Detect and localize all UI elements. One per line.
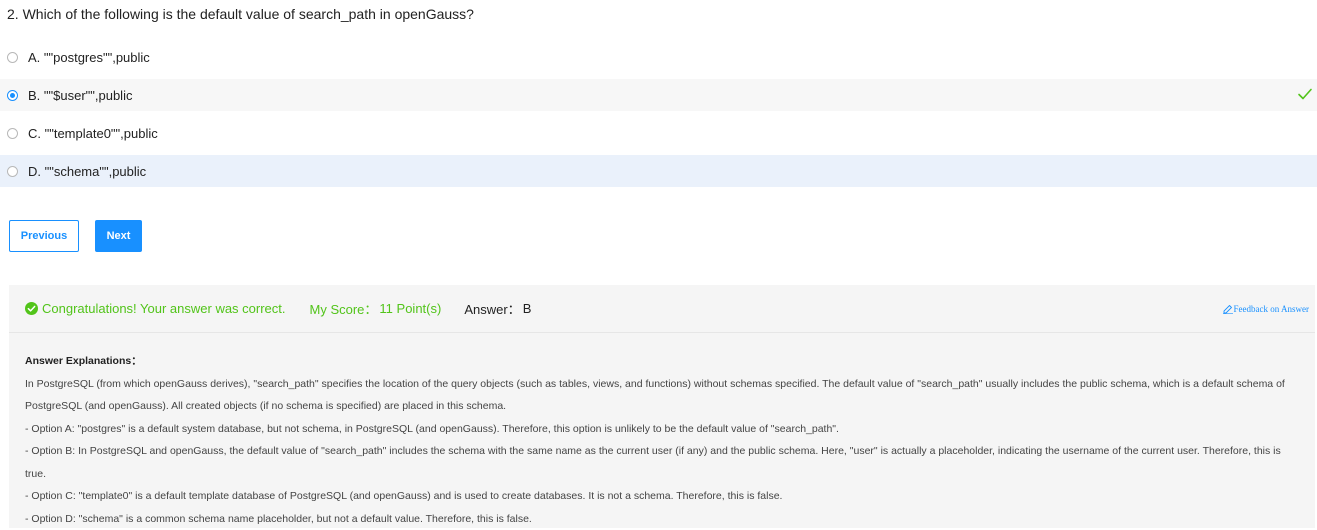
explanation-line: - Option B: In PostgreSQL and openGauss,… [25,440,1299,485]
option-c-label: C. ""template0"",public [28,126,158,141]
answer-explanations: Answer Explanations： In PostgreSQL (from… [9,333,1315,530]
radio-option-b[interactable] [7,90,18,101]
radio-option-a[interactable] [7,52,18,63]
option-a-label: A. ""postgres"",public [28,50,150,65]
previous-button[interactable]: Previous [9,220,79,252]
next-button[interactable]: Next [95,220,142,252]
option-d[interactable]: D. ""schema"",public [0,155,1317,187]
answer-value: B [523,301,532,316]
options-list: A. ""postgres"",public B. ""$user"",publ… [0,41,1317,193]
edit-icon [1223,305,1233,314]
explanation-line: - Option A: "postgres" is a default syst… [25,418,1299,441]
result-panel: Congratulations! Your answer was correct… [9,285,1315,528]
radio-option-c[interactable] [7,128,18,139]
result-header: Congratulations! Your answer was correct… [9,285,1315,333]
option-b-label: B. ""$user"",public [28,88,132,103]
check-circle-icon [25,302,38,315]
option-a[interactable]: A. ""postgres"",public [0,41,1317,73]
explanation-title: Answer Explanations： [25,350,1299,373]
explanation-line: - Option C: "template0" is a default tem… [25,485,1299,508]
option-c[interactable]: C. ""template0"",public [0,117,1317,149]
question-text: 2. Which of the following is the default… [7,6,474,22]
feedback-label: Feedback on Answer [1234,304,1309,314]
option-d-label: D. ""schema"",public [28,164,146,179]
answer-label: Answer： [464,299,520,318]
feedback-link[interactable]: Feedback on Answer [1223,304,1309,314]
checkmark-icon [1297,86,1313,102]
congrats-message: Congratulations! Your answer was correct… [42,301,286,316]
score-value: 11 Point(s) [379,301,441,316]
option-b[interactable]: B. ""$user"",public [0,79,1317,111]
score-label: My Score： [310,299,378,318]
explanation-line: In PostgreSQL (from which openGauss deri… [25,373,1299,418]
explanation-line: - Option D: "schema" is a common schema … [25,508,1299,530]
radio-option-d[interactable] [7,166,18,177]
